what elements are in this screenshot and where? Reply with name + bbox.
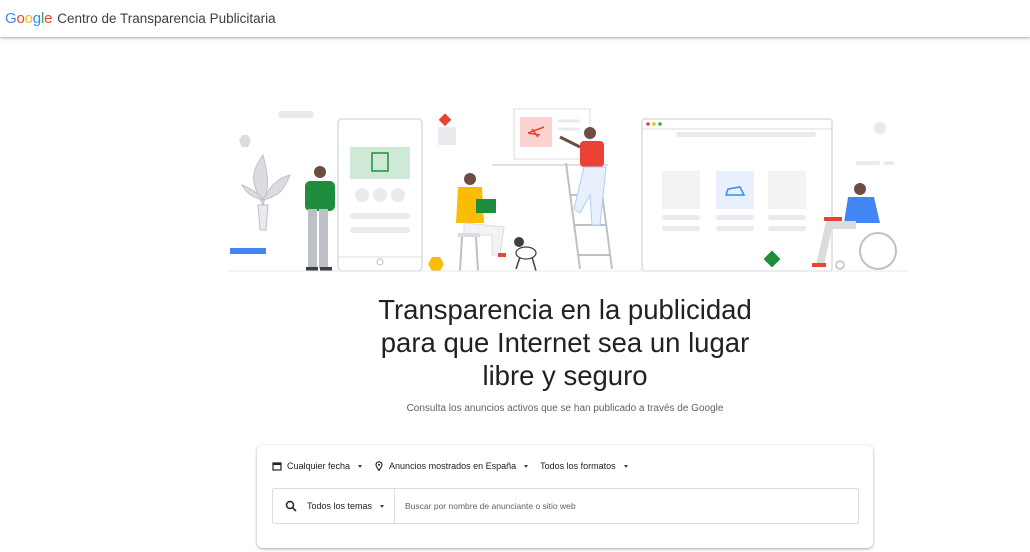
dog-icon [514, 237, 537, 272]
hero-illustration [228, 108, 908, 272]
advertiser-search-input[interactable] [395, 500, 858, 512]
decor-line [856, 161, 880, 165]
calendar-icon [272, 462, 282, 471]
search-row: Todos los temas [272, 488, 859, 524]
location-pin-icon [375, 461, 383, 471]
date-filter-dropdown[interactable]: Cualquier fecha [272, 461, 363, 471]
format-filter-dropdown[interactable]: Todos los formatos [540, 461, 628, 471]
date-filter-label: Cualquier fecha [287, 461, 351, 471]
filters-row: Cualquier fecha Anuncios mostrados en Es… [272, 461, 640, 471]
location-filter-dropdown[interactable]: Anuncios mostrados en España [374, 461, 529, 471]
dropdown-arrow-icon [524, 464, 529, 468]
headline-line: Transparencia en la publicidad [378, 294, 752, 325]
search-card: Cualquier fecha Anuncios mostrados en Es… [257, 445, 873, 548]
logo-letter: o [16, 10, 25, 27]
decor-line [884, 161, 894, 165]
headline: Transparencia en la publicidad para que … [0, 293, 1030, 392]
location-filter-label: Anuncios mostrados en España [389, 461, 517, 471]
decor-yellow-hexagon [428, 257, 444, 271]
dropdown-arrow-icon [623, 464, 628, 468]
browser-mockup-icon [641, 118, 833, 272]
headline-line: libre y seguro [482, 360, 648, 391]
decor-red-diamond [438, 113, 452, 127]
google-logo[interactable]: Google [5, 10, 52, 27]
topics-dropdown[interactable]: Todos los temas [273, 489, 396, 523]
phone-mockup-icon [337, 118, 423, 272]
decor-circle [874, 122, 886, 134]
decor-hexagon [239, 135, 251, 147]
person-thinking-icon [305, 166, 335, 271]
logo-letter: G [5, 10, 17, 27]
logo-letter: e [44, 10, 53, 27]
person-with-laptop-icon [456, 173, 506, 272]
dropdown-arrow-icon [380, 504, 385, 508]
plant-icon [240, 153, 291, 231]
logo-letter: o [24, 10, 33, 27]
decor-pill [278, 111, 314, 118]
decor-blue-bar [230, 248, 266, 254]
app-title[interactable]: Centro de Transparencia Publicitaria [57, 11, 275, 26]
logo-letter: g [32, 10, 41, 27]
search-icon [285, 500, 297, 512]
format-filter-label: Todos los formatos [540, 461, 616, 471]
headline-line: para que Internet sea un lugar [380, 327, 750, 358]
top-bar: Google Centro de Transparencia Publicita… [0, 0, 1030, 37]
decor-gray-square [438, 127, 456, 145]
dropdown-arrow-icon [358, 464, 363, 468]
subtitle: Consulta los anuncios activos que se han… [406, 403, 724, 414]
topics-label: Todos los temas [307, 501, 373, 511]
